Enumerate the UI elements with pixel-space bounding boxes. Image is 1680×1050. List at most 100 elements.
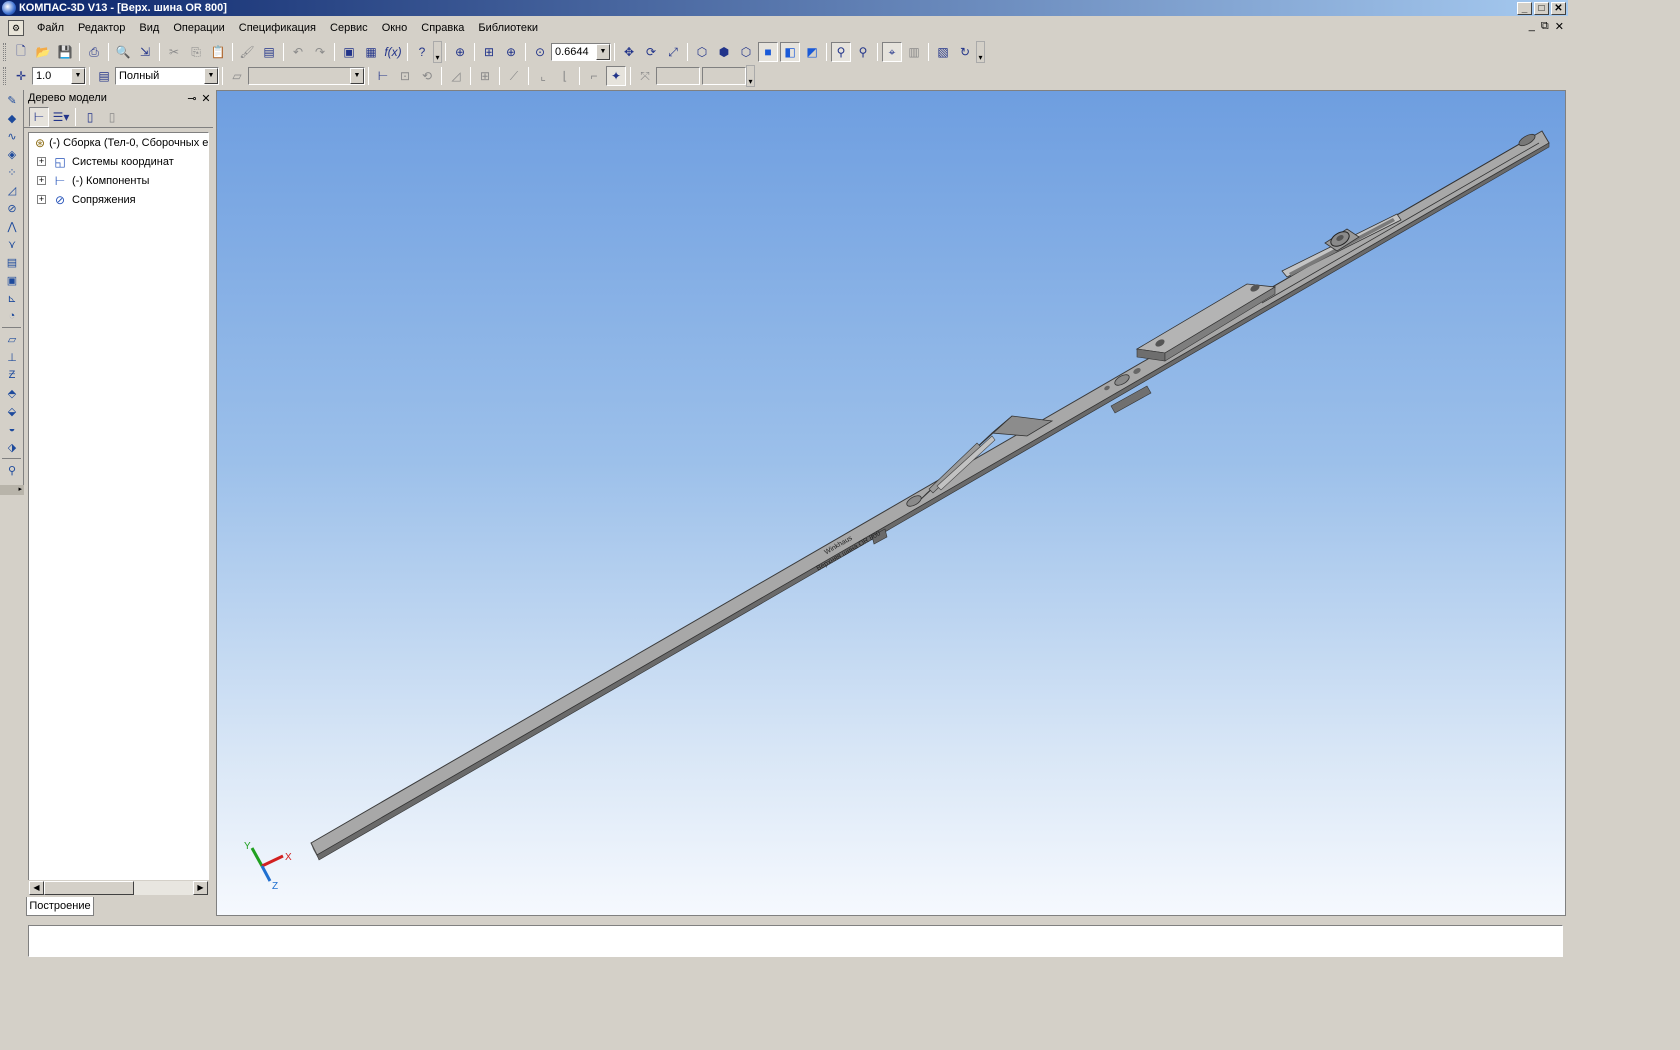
zoom-to-fit-icon[interactable]: ⊞ bbox=[479, 42, 499, 62]
step-combo[interactable]: 1.0 ▼ bbox=[32, 67, 86, 85]
plane-icon[interactable]: ◿ bbox=[446, 66, 466, 86]
edit-assembly-icon[interactable]: ✎ bbox=[2, 92, 22, 108]
hidden-lines-icon[interactable]: ⬢ bbox=[714, 42, 734, 62]
cut-extrude-icon[interactable]: Ƶ bbox=[2, 367, 22, 383]
measure-icon[interactable]: ⊾ bbox=[2, 290, 22, 306]
undo-icon[interactable]: ↶ bbox=[288, 42, 308, 62]
cut-icon[interactable]: ✂ bbox=[164, 42, 184, 62]
grid-step-icon[interactable]: ✛ bbox=[11, 66, 31, 86]
manager-icon[interactable]: ▣ bbox=[339, 42, 359, 62]
wireframe-icon[interactable]: ⬡ bbox=[692, 42, 712, 62]
select-filter-icon[interactable]: ⚲ bbox=[853, 42, 873, 62]
copy-icon[interactable]: ⎘ bbox=[186, 42, 206, 62]
doc-close-button[interactable]: ✕ bbox=[1555, 20, 1564, 33]
toolbar-grip[interactable] bbox=[3, 43, 6, 61]
window-maximize-button[interactable]: □ bbox=[1534, 1, 1549, 15]
snap-icon[interactable]: ⌖ bbox=[882, 42, 902, 62]
redo-icon[interactable]: ↷ bbox=[310, 42, 330, 62]
cursor-icon[interactable]: ⌞ bbox=[533, 66, 553, 86]
surfaces-icon[interactable]: ◈ bbox=[2, 146, 22, 162]
tree-item-mates[interactable]: + ⊘ Сопряжения bbox=[29, 190, 208, 209]
tree-item-coordinate-systems[interactable]: + ◱ Системы координат bbox=[29, 152, 208, 171]
library-manager-icon[interactable]: ▥ bbox=[904, 42, 924, 62]
document-system-icon[interactable]: ⚙ bbox=[8, 20, 24, 36]
tree-doc2-icon[interactable]: ▯ bbox=[102, 107, 122, 127]
menu-operations[interactable]: Операции bbox=[166, 19, 231, 37]
snap-toggle-icon[interactable]: ✦ bbox=[606, 66, 626, 86]
round-icon[interactable]: ⌐ bbox=[584, 66, 604, 86]
zoom-in-icon[interactable]: ⊕ bbox=[501, 42, 521, 62]
export-icon[interactable]: ⇲ bbox=[135, 42, 155, 62]
reports-icon[interactable]: ▣ bbox=[2, 272, 22, 288]
properties-icon[interactable]: ▤ bbox=[259, 42, 279, 62]
layer-combo[interactable]: ▼ bbox=[248, 67, 365, 85]
orient-icon[interactable]: ⊡ bbox=[395, 66, 415, 86]
menu-editor[interactable]: Редактор bbox=[71, 19, 132, 37]
close-icon[interactable]: ✕ bbox=[199, 92, 213, 105]
specification-icon[interactable]: ▤ bbox=[2, 254, 22, 270]
inspect-icon[interactable]: ⚲ bbox=[2, 462, 22, 478]
preview-icon[interactable]: 🔍 bbox=[113, 42, 133, 62]
add-component-icon[interactable]: ◆ bbox=[2, 110, 22, 126]
tree-root[interactable]: ⊛ (-) Сборка (Тел-0, Сборочных е bbox=[29, 133, 208, 152]
window-close-button[interactable]: ✕ bbox=[1551, 1, 1566, 15]
pin-icon[interactable]: ⊸ bbox=[185, 92, 199, 105]
display-mode-icon[interactable]: ▤ bbox=[94, 66, 114, 86]
menu-file[interactable]: Файл bbox=[30, 19, 71, 37]
orientation-icon[interactable]: ⤢ bbox=[663, 42, 683, 62]
doc-restore-button[interactable]: ⧉ bbox=[1541, 20, 1549, 33]
new-document-icon[interactable]: 🗋 bbox=[11, 42, 31, 62]
menu-help[interactable]: Справка bbox=[414, 19, 471, 37]
variables-icon[interactable]: ▦ bbox=[361, 42, 381, 62]
chevron-down-icon[interactable]: ▼ bbox=[71, 68, 85, 84]
revolve-icon[interactable]: ◒ bbox=[2, 421, 22, 437]
shaded-icon[interactable]: ■ bbox=[758, 42, 778, 62]
expand-arrow-icon[interactable]: ▸ bbox=[0, 485, 24, 495]
extrude-icon[interactable]: ⊥ bbox=[2, 349, 22, 365]
spatial-curves-icon[interactable]: ∿ bbox=[2, 128, 22, 144]
toolbar-overflow-chevron[interactable]: ▾ bbox=[976, 41, 985, 63]
refresh-icon[interactable]: ↻ bbox=[955, 42, 975, 62]
expand-plus-icon[interactable]: + bbox=[37, 195, 46, 204]
scroll-left-arrow-icon[interactable]: ◀ bbox=[29, 881, 44, 895]
expand-plus-icon[interactable]: + bbox=[37, 157, 46, 166]
menu-specification[interactable]: Спецификация bbox=[232, 19, 323, 37]
toolbar-overflow-chevron[interactable]: ▾ bbox=[433, 41, 442, 63]
tab-construction[interactable]: Построение bbox=[26, 897, 94, 916]
window-minimize-button[interactable]: _ bbox=[1517, 1, 1532, 15]
loft-icon[interactable]: ⬘ bbox=[2, 385, 22, 401]
mates-icon[interactable]: ⊘ bbox=[2, 200, 22, 216]
grid-icon[interactable]: ⊞ bbox=[475, 66, 495, 86]
selection-filters-icon[interactable]: ⋎ bbox=[2, 236, 22, 252]
tree-doc-icon[interactable]: ▯ bbox=[80, 107, 100, 127]
toolbar-grip[interactable] bbox=[3, 67, 6, 85]
ortho-icon[interactable]: ⟋ bbox=[504, 66, 524, 86]
doc-minimize-button[interactable]: _ bbox=[1529, 20, 1535, 33]
sheet-metal-icon[interactable]: ▱ bbox=[2, 331, 22, 347]
coord-y-field[interactable] bbox=[702, 67, 746, 85]
hidden-thin-icon[interactable]: ⬡ bbox=[736, 42, 756, 62]
format-brush-icon[interactable]: 🖌 bbox=[237, 42, 257, 62]
tree-view-mode-icon[interactable]: ☰▾ bbox=[51, 107, 71, 127]
menu-service[interactable]: Сервис bbox=[323, 19, 375, 37]
scroll-right-arrow-icon[interactable]: ▶ bbox=[193, 881, 208, 895]
expand-plus-icon[interactable]: + bbox=[37, 176, 46, 185]
coordinates-icon[interactable]: ⤧ bbox=[635, 66, 655, 86]
shell-icon[interactable]: ⬗ bbox=[2, 439, 22, 455]
coordinate-system-icon[interactable]: ⊢ bbox=[373, 66, 393, 86]
chevron-down-icon[interactable]: ▼ bbox=[204, 68, 218, 84]
save-icon[interactable]: 💾 bbox=[55, 42, 75, 62]
zoom-window-icon[interactable]: ⊕ bbox=[450, 42, 470, 62]
shaded-edges-icon[interactable]: ◧ bbox=[780, 42, 800, 62]
open-folder-icon[interactable]: 📂 bbox=[33, 42, 53, 62]
kompas-app-icon[interactable] bbox=[2, 1, 16, 15]
chevron-down-icon[interactable]: ▼ bbox=[350, 68, 364, 84]
perspective-icon[interactable]: ◩ bbox=[802, 42, 822, 62]
zoom-scale-combo[interactable]: 0.6644 ▼ bbox=[551, 43, 611, 61]
menu-window[interactable]: Окно bbox=[375, 19, 415, 37]
display-mode-combo[interactable]: Полный ▼ bbox=[115, 67, 219, 85]
print-icon[interactable]: ⎙ bbox=[84, 42, 104, 62]
rotate-icon[interactable]: ⟳ bbox=[641, 42, 661, 62]
local-cs-icon[interactable]: ⟲ bbox=[417, 66, 437, 86]
corner-icon[interactable]: ⌊ bbox=[555, 66, 575, 86]
